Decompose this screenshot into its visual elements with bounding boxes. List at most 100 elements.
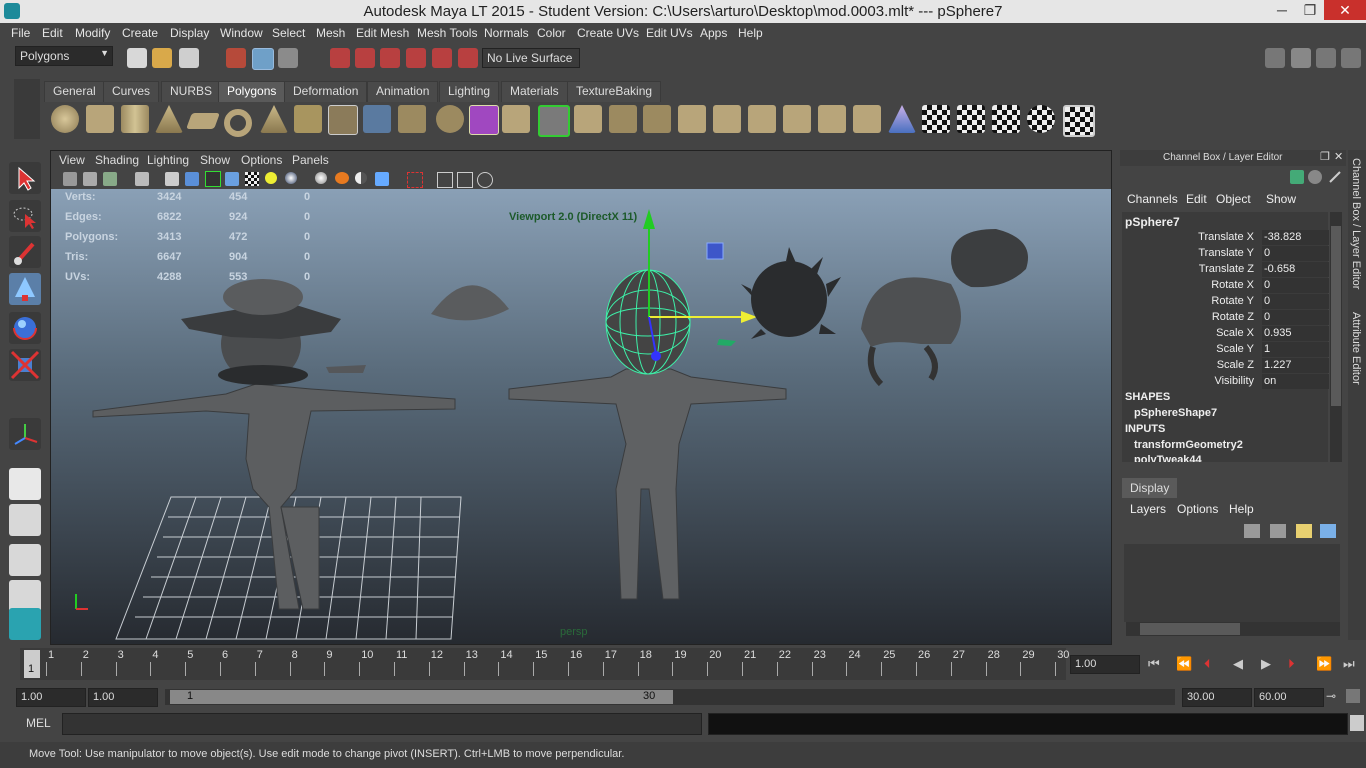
smooth-shade-icon[interactable] bbox=[185, 172, 199, 186]
menu-mesh[interactable]: Mesh bbox=[316, 26, 345, 40]
side-tab-channel-box[interactable]: Channel Box / Layer Editor bbox=[1350, 158, 1362, 289]
menu-file[interactable]: File bbox=[11, 26, 30, 40]
cylindrical-mapping-icon[interactable] bbox=[957, 105, 985, 133]
move-layer-up-icon[interactable] bbox=[1244, 524, 1260, 538]
bookmark-icon[interactable] bbox=[103, 172, 117, 186]
live-surface-field[interactable]: No Live Surface bbox=[482, 48, 580, 68]
extrude-icon[interactable] bbox=[502, 105, 530, 133]
menu-apps[interactable]: Apps bbox=[700, 26, 727, 40]
save-scene-icon[interactable] bbox=[179, 48, 199, 68]
script-editor-icon[interactable] bbox=[1350, 715, 1364, 731]
open-scene-icon[interactable] bbox=[152, 48, 172, 68]
menu-select[interactable]: Select bbox=[272, 26, 305, 40]
command-input[interactable] bbox=[62, 713, 702, 735]
snap-grid-icon[interactable] bbox=[330, 48, 350, 68]
menu-edit-mesh[interactable]: Edit Mesh bbox=[356, 26, 409, 40]
film-gate-icon[interactable] bbox=[437, 172, 453, 188]
new-layer-selected-icon[interactable] bbox=[1320, 524, 1336, 538]
shelf-tab-deformation[interactable]: Deformation bbox=[284, 81, 368, 102]
menu-set-dropdown[interactable]: Polygons ▼ bbox=[15, 46, 113, 66]
shelf-tab-polygons[interactable]: Polygons bbox=[218, 81, 286, 102]
maximize-button[interactable]: ❐ bbox=[1296, 0, 1324, 20]
sculpt-icon[interactable] bbox=[888, 105, 916, 133]
attr-rotate-x-field[interactable]: 0 bbox=[1262, 278, 1329, 293]
anti-aliasing-icon[interactable] bbox=[355, 172, 367, 184]
new-scene-icon[interactable] bbox=[127, 48, 147, 68]
close-button[interactable]: ✕ bbox=[1324, 0, 1366, 20]
isolate-select-icon[interactable] bbox=[407, 172, 423, 188]
shelf-tab-general[interactable]: General bbox=[44, 81, 105, 102]
channel-box-toggle-icon[interactable] bbox=[1316, 48, 1336, 68]
menu-window[interactable]: Window bbox=[220, 26, 263, 40]
snap-point-icon[interactable] bbox=[380, 48, 400, 68]
shadows-icon[interactable] bbox=[285, 172, 297, 184]
attr-rotate-z-field[interactable]: 0 bbox=[1262, 310, 1329, 325]
menu-mesh-tools[interactable]: Mesh Tools bbox=[417, 26, 477, 40]
layer-options-menu[interactable]: Options bbox=[1177, 502, 1218, 516]
poly-cone-icon[interactable] bbox=[155, 105, 183, 133]
key-icon[interactable]: ⊸ bbox=[1326, 689, 1336, 703]
persp-outliner-layout-icon[interactable] bbox=[9, 544, 41, 576]
wedge-icon[interactable] bbox=[783, 105, 811, 133]
insert-edge-loop-icon[interactable] bbox=[678, 105, 706, 133]
menu-help[interactable]: Help bbox=[738, 26, 763, 40]
viewport-menu-show[interactable]: Show bbox=[200, 153, 230, 167]
menu-normals[interactable]: Normals bbox=[484, 26, 529, 40]
poly-torus-icon[interactable] bbox=[224, 109, 252, 137]
viewport-menu-panels[interactable]: Panels bbox=[292, 153, 329, 167]
play-backwards-icon[interactable]: ◀ bbox=[1233, 656, 1243, 672]
select-object-icon[interactable] bbox=[252, 48, 274, 70]
preferences-icon[interactable] bbox=[1346, 689, 1360, 703]
playback-start-field[interactable]: 1.00 bbox=[88, 688, 158, 707]
go-to-start-icon[interactable]: ⏮ bbox=[1148, 656, 1160, 672]
script-language-toggle[interactable]: MEL bbox=[18, 712, 66, 734]
use-all-lights-icon[interactable] bbox=[265, 172, 277, 184]
shelf-tab-materials[interactable]: Materials bbox=[501, 81, 568, 102]
shelf-options-icon[interactable] bbox=[14, 79, 40, 139]
attr-translate-z-field[interactable]: -0.658 bbox=[1262, 262, 1329, 277]
menu-display[interactable]: Display bbox=[170, 26, 209, 40]
rotate-tool-icon[interactable] bbox=[9, 312, 41, 344]
viewport-menu-options[interactable]: Options bbox=[241, 153, 282, 167]
attr-translate-x-field[interactable]: -38.828 bbox=[1262, 230, 1329, 245]
layer-editor-toggle-icon[interactable] bbox=[1341, 48, 1361, 68]
menu-create[interactable]: Create bbox=[122, 26, 158, 40]
shelf-tab-texturebaking[interactable]: TextureBaking bbox=[567, 81, 662, 102]
select-hierarchy-icon[interactable] bbox=[226, 48, 246, 68]
tool-settings-toggle-icon[interactable] bbox=[1291, 48, 1311, 68]
go-to-end-icon[interactable]: ⏭ bbox=[1343, 656, 1355, 672]
shelf-tab-animation[interactable]: Animation bbox=[367, 81, 439, 102]
poly-pipe-icon[interactable] bbox=[294, 105, 322, 133]
layer-help-menu[interactable]: Help bbox=[1229, 502, 1254, 516]
depth-of-field-icon[interactable] bbox=[375, 172, 389, 186]
animation-start-field[interactable]: 1.00 bbox=[16, 688, 86, 707]
attr-visibility-field[interactable]: on bbox=[1262, 374, 1329, 389]
shelf-tab-curves[interactable]: Curves bbox=[103, 81, 160, 102]
smooth-icon[interactable] bbox=[436, 105, 464, 133]
spherical-mapping-icon[interactable] bbox=[992, 105, 1020, 133]
planar-mapping-icon[interactable] bbox=[922, 105, 950, 133]
minimize-button[interactable]: ─ bbox=[1268, 0, 1296, 20]
shelf-tab-nurbs[interactable]: NURBS bbox=[161, 81, 222, 102]
smooth-proxy-icon[interactable] bbox=[469, 105, 499, 135]
hypershade-icon[interactable] bbox=[9, 608, 41, 640]
playback-end-field[interactable]: 30.00 bbox=[1182, 688, 1252, 707]
channel-show-menu[interactable]: Show bbox=[1266, 192, 1296, 206]
wireframe-icon[interactable] bbox=[165, 172, 179, 186]
attr-rotate-y-field[interactable]: 0 bbox=[1262, 294, 1329, 309]
viewport-menu-view[interactable]: View bbox=[59, 153, 85, 167]
select-component-icon[interactable] bbox=[278, 48, 298, 68]
manipulator-tool-icon[interactable] bbox=[9, 418, 41, 450]
hyperbolic-icon[interactable] bbox=[1328, 170, 1342, 184]
step-back-key-icon[interactable]: ⏴ bbox=[1204, 656, 1211, 672]
shape-node[interactable]: pSphereShape7 bbox=[1134, 407, 1217, 419]
viewport-scene[interactable]: Verts: 3424 454 0 Edges: 6822 924 0 Poly… bbox=[51, 189, 1111, 644]
textured-icon[interactable] bbox=[245, 172, 259, 186]
animation-end-field[interactable]: 60.00 bbox=[1254, 688, 1324, 707]
input-node-transform[interactable]: transformGeometry2 bbox=[1134, 439, 1243, 451]
shelf-tab-lighting[interactable]: Lighting bbox=[439, 81, 500, 102]
close-panel-icon[interactable]: ✕ bbox=[1334, 150, 1343, 163]
range-track[interactable]: 1 30 bbox=[165, 689, 1175, 705]
step-forward-key-icon[interactable]: ⏵ bbox=[1288, 656, 1295, 672]
layers-menu[interactable]: Layers bbox=[1130, 502, 1166, 516]
